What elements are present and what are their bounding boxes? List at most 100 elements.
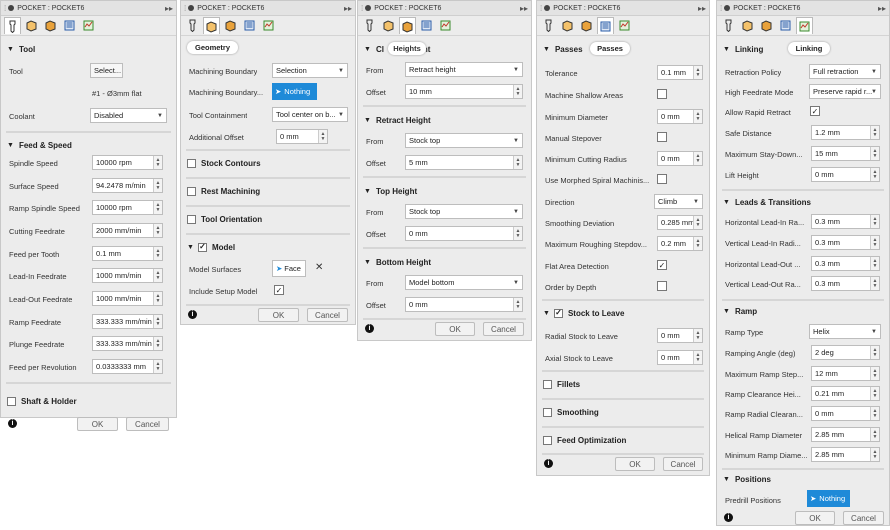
spinner-icon[interactable]: ▲ ▼ (693, 216, 702, 229)
spinner-icon[interactable]: ▲ ▼ (870, 407, 879, 420)
section-stock-contours[interactable]: Stock Contours (181, 150, 355, 176)
spinner-icon[interactable]: ▲ ▼ (153, 224, 162, 237)
tab-linking[interactable] (260, 17, 277, 34)
spinner-icon[interactable]: ▲ ▼ (870, 168, 879, 181)
spinner-icon[interactable]: ▲ ▼ (153, 156, 162, 169)
top-offset-field[interactable]: 0 mm ▲ ▼ (405, 226, 523, 241)
cancel-button[interactable]: Cancel (126, 417, 169, 431)
tab-heights[interactable] (399, 17, 416, 34)
spinner-icon[interactable]: ▲ ▼ (693, 66, 702, 79)
model-surfaces-face-button[interactable]: ➤ Face (272, 260, 306, 277)
feed-per-tooth-field[interactable]: 0.1 mm ▲ ▼ (92, 246, 163, 261)
tab-tool[interactable] (184, 17, 201, 34)
section-clearance-height[interactable]: ▼Clght (358, 39, 531, 59)
tab-heights[interactable] (222, 17, 239, 34)
section-checkbox[interactable] (187, 158, 196, 168)
ok-button[interactable]: OK (77, 417, 118, 431)
ramp-radial-field[interactable]: 0 mm ▲ ▼ (811, 406, 880, 421)
ramping-angle-field[interactable]: 2 deg ▲ ▼ (811, 345, 880, 360)
tab-tool[interactable] (4, 17, 21, 34)
plunge-feedrate-field[interactable]: 333.333 mm/min ▲ ▼ (92, 336, 163, 351)
retract-from-select[interactable]: Stock top ▼ (405, 133, 523, 148)
spinner-icon[interactable]: ▲ ▼ (870, 147, 879, 160)
tab-passes[interactable] (418, 17, 435, 34)
min-cutting-radius-field[interactable]: 0 mm ▲ ▼ (657, 151, 703, 166)
ramp-type-select[interactable]: Helix ▼ (809, 324, 881, 339)
tool-containment-select[interactable]: Tool center on b... ▼ (272, 107, 348, 122)
section-positions[interactable]: ▼ Positions (717, 469, 889, 489)
surface-speed-field[interactable]: 94.2478 m/min ▲ ▼ (92, 178, 163, 193)
tab-heights[interactable] (578, 17, 595, 34)
section-ramp[interactable]: ▼ Ramp (717, 301, 889, 321)
section-leads-transitions[interactable]: ▼ Leads & Transitions (717, 192, 889, 212)
section-rest-machining[interactable]: Rest Machining (181, 178, 355, 204)
tool-select-button[interactable]: Select... (90, 63, 123, 78)
grip-icon[interactable]: ⁞ (540, 4, 542, 13)
manual-stepover-checkbox[interactable] (657, 132, 667, 142)
tab-geometry[interactable] (559, 17, 576, 34)
ramp-clearance-field[interactable]: 0.21 mm ▲ ▼ (811, 386, 880, 401)
cancel-button[interactable]: Cancel (307, 308, 348, 322)
section-checkbox[interactable] (543, 435, 552, 445)
spinner-icon[interactable]: ▲ ▼ (693, 237, 702, 250)
section-shaft-holder[interactable]: Shaft & Holder (1, 388, 176, 414)
retract-offset-field[interactable]: 5 mm ▲ ▼ (405, 155, 523, 170)
spinner-icon[interactable]: ▲ ▼ (153, 292, 162, 305)
high-feedrate-select[interactable]: Preserve rapid r... ▼ (809, 84, 881, 99)
helical-ramp-field[interactable]: 2.85 mm ▲ ▼ (811, 427, 880, 442)
grip-icon[interactable]: ⁞ (184, 4, 186, 13)
morphed-spiral-checkbox[interactable] (657, 174, 667, 184)
panel-titlebar[interactable]: ⁞ POCKET : POCKET6 ▸▸ (358, 1, 531, 16)
spinner-icon[interactable]: ▲ ▼ (870, 428, 879, 441)
section-checkbox[interactable]: ✓ (197, 242, 207, 252)
section-retract-height[interactable]: ▼ Retract Height (358, 110, 531, 130)
tab-linking[interactable] (796, 17, 813, 34)
ramp-spindle-speed-field[interactable]: 10000 rpm ▲ ▼ (92, 200, 163, 215)
expand-icon[interactable]: ▸▸ (344, 4, 352, 13)
safe-distance-field[interactable]: 1.2 mm ▲ ▼ (811, 125, 880, 140)
allow-rapid-checkbox[interactable]: ✓ (810, 106, 820, 116)
section-fillets[interactable]: Fillets (537, 371, 709, 397)
spinner-icon[interactable]: ▲ ▼ (870, 277, 879, 290)
expand-icon[interactable]: ▸▸ (520, 4, 528, 13)
spinner-icon[interactable]: ▲ ▼ (870, 215, 879, 228)
tab-passes[interactable] (597, 17, 614, 34)
section-model[interactable]: ▼ ✓ Model (181, 234, 355, 260)
boundary-nothing-button[interactable]: ➤ Nothing (272, 83, 317, 100)
additional-offset-field[interactable]: 0 mm ▲ ▼ (276, 129, 328, 144)
tab-linking[interactable] (616, 17, 633, 34)
cutting-feedrate-field[interactable]: 2000 mm/min ▲ ▼ (92, 223, 163, 238)
machine-shallow-checkbox[interactable] (657, 89, 667, 99)
radial-stock-field[interactable]: 0 mm ▲ ▼ (657, 328, 703, 343)
grip-icon[interactable]: ⁞ (4, 4, 6, 13)
max-stay-down-field[interactable]: 15 mm ▲ ▼ (811, 146, 880, 161)
bottom-from-select[interactable]: Model bottom ▼ (405, 275, 523, 290)
ok-button[interactable]: OK (258, 308, 299, 322)
spinner-icon[interactable]: ▲ ▼ (153, 269, 162, 282)
spinner-icon[interactable]: ▲ ▼ (513, 298, 522, 311)
spinner-icon[interactable]: ▲ ▼ (153, 360, 162, 373)
section-checkbox[interactable] (187, 186, 196, 196)
section-bottom-height[interactable]: ▼ Bottom Height (358, 252, 531, 272)
lift-height-field[interactable]: 0 mm ▲ ▼ (811, 167, 880, 182)
lead-in-feedrate-field[interactable]: 1000 mm/min ▲ ▼ (92, 268, 163, 283)
flat-area-checkbox[interactable]: ✓ (657, 260, 667, 270)
top-from-select[interactable]: Stock top ▼ (405, 204, 523, 219)
ok-button[interactable]: OK (795, 511, 835, 525)
spinner-icon[interactable]: ▲ ▼ (870, 448, 879, 461)
spinner-icon[interactable]: ▲ ▼ (318, 130, 327, 143)
info-icon[interactable]: i (724, 513, 733, 522)
tab-geometry[interactable] (380, 17, 397, 34)
tab-linking[interactable] (437, 17, 454, 34)
section-stock-to-leave[interactable]: ▼ ✓ Stock to Leave (537, 300, 709, 326)
machining-boundary-select[interactable]: Selection ▼ (272, 63, 348, 78)
section-tool-orientation[interactable]: Tool Orientation (181, 206, 355, 232)
coolant-select[interactable]: Disabled ▼ (90, 108, 167, 123)
spinner-icon[interactable]: ▲ ▼ (870, 346, 879, 359)
tolerance-field[interactable]: 0.1 mm ▲ ▼ (657, 65, 703, 80)
include-setup-model-checkbox[interactable]: ✓ (274, 285, 284, 295)
section-feed-speed[interactable]: ▼ Feed & Speed (1, 135, 176, 155)
spinner-icon[interactable]: ▲ ▼ (513, 85, 522, 98)
min-diameter-field[interactable]: 0 mm ▲ ▼ (657, 109, 703, 124)
spinner-icon[interactable]: ▲ ▼ (693, 329, 702, 342)
